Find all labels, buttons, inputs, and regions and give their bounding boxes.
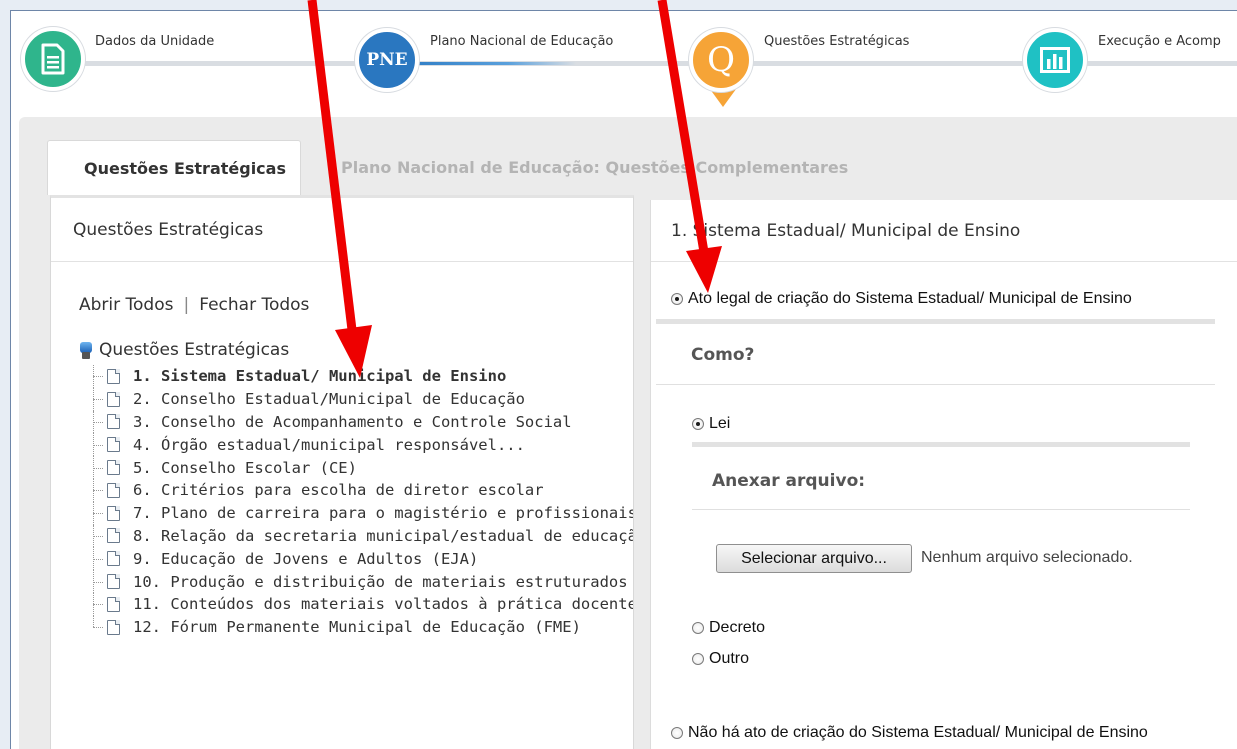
radio-ato-legal-label: Ato legal de criação do Sistema Estadual… <box>688 290 1132 307</box>
tree-item[interactable]: 8. Relação da secretaria municipal/estad… <box>91 524 633 548</box>
divider <box>692 509 1190 510</box>
page-icon <box>107 414 120 430</box>
radio-lei[interactable]: Lei <box>692 415 730 433</box>
step-label-dados[interactable]: Dados da Unidade <box>95 34 214 49</box>
tree-item-label: 2. Conselho Estadual/Municipal de Educaç… <box>133 390 525 409</box>
question-tree: 1. Sistema Estadual/ Municipal de Ensino… <box>91 365 633 639</box>
tree-item-label: 4. Órgão estadual/municipal responsável.… <box>133 435 525 454</box>
radio-outro[interactable]: Outro <box>692 650 749 668</box>
tree-item-label: 10. Produção e distribuição de materiais… <box>133 572 628 591</box>
radio-outro-input[interactable] <box>692 653 704 665</box>
page-icon <box>107 482 120 498</box>
radio-nao-ha-input[interactable] <box>671 727 683 739</box>
progress-track-active <box>406 62 576 65</box>
tree-item-label: 1. Sistema Estadual/ Municipal de Ensino <box>133 367 507 386</box>
tree-item[interactable]: 10. Produção e distribuição de materiais… <box>91 570 633 593</box>
tree-item-label: 3. Conselho de Acompanhamento e Controle… <box>133 412 572 431</box>
tree-item[interactable]: 7. Plano de carreira para o magistério e… <box>91 501 633 525</box>
page-icon <box>107 551 120 567</box>
tree-root[interactable]: Questões Estratégicas <box>79 340 289 360</box>
radio-lei-input[interactable] <box>692 418 704 430</box>
tree-item[interactable]: 1. Sistema Estadual/ Municipal de Ensino <box>91 365 633 388</box>
radio-outro-label: Outro <box>709 650 750 667</box>
bar-chart-icon <box>1040 47 1070 73</box>
tree-item[interactable]: 9. Educação de Jovens e Adultos (EJA) <box>91 547 633 570</box>
step-label-pne[interactable]: Plano Nacional de Educação <box>430 34 613 49</box>
radio-lei-label: Lei <box>709 415 731 432</box>
tab-questoes-estrategicas[interactable]: Questões Estratégicas <box>47 140 301 195</box>
divider <box>656 384 1215 385</box>
como-label: Como? <box>691 345 755 365</box>
tree-item-label: 11. Conteúdos dos materiais voltados à p… <box>133 595 633 614</box>
tree-item-label: 7. Plano de carreira para o magistério e… <box>133 504 633 523</box>
questions-tree-panel: Questões Estratégicas Abrir Todos | Fechar… <box>50 195 634 749</box>
divider <box>692 442 1190 447</box>
tree-item-label: 6. Critérios para escolha de diretor esc… <box>133 481 544 500</box>
document-icon <box>41 43 65 75</box>
tree-item[interactable]: 11. Conteúdos dos materiais voltados à p… <box>91 592 633 616</box>
tree-item[interactable]: 5. Conselho Escolar (CE) <box>91 456 633 479</box>
tree-item[interactable]: 4. Órgão estadual/municipal responsável.… <box>91 433 633 456</box>
page-icon <box>107 619 120 635</box>
step-label-execucao[interactable]: Execução e Acomp <box>1098 34 1221 49</box>
tree-item[interactable]: 2. Conselho Estadual/Municipal de Educaç… <box>91 387 633 411</box>
page-icon <box>107 437 120 453</box>
radio-nao-ha-label: Não há ato de criação do Sistema Estadua… <box>688 724 1148 741</box>
tree-controls: Abrir Todos | Fechar Todos <box>79 295 309 315</box>
tree-item-label: 9. Educação de Jovens e Adultos (EJA) <box>133 549 479 568</box>
link-separator: | <box>183 295 190 315</box>
radio-ato-legal[interactable]: Ato legal de criação do Sistema Estadual… <box>671 290 1132 308</box>
step-questoes[interactable]: Q <box>689 28 753 92</box>
radio-ato-legal-input[interactable] <box>671 293 683 305</box>
computer-icon <box>79 341 93 359</box>
radio-nao-ha[interactable]: Não há ato de criação do Sistema Estadua… <box>671 724 1148 742</box>
page-icon <box>107 505 120 521</box>
step-pne[interactable]: PNE <box>355 28 419 92</box>
app-frame: Dados da Unidade PNE Plano Nacional de E… <box>10 10 1237 749</box>
radio-decreto-label: Decreto <box>709 619 766 636</box>
step-execucao[interactable] <box>1023 28 1087 92</box>
step-label-questoes[interactable]: Questões Estratégicas <box>764 34 909 49</box>
page-icon <box>107 574 120 590</box>
page-icon <box>107 528 120 544</box>
main-content: Questões Estratégicas Plano Nacional de … <box>19 117 1237 749</box>
tree-item[interactable]: 6. Critérios para escolha de diretor esc… <box>91 478 633 502</box>
tree-item-label: 12. Fórum Permanente Municipal de Educaç… <box>133 618 581 637</box>
tree-item-label: 8. Relação da secretaria municipal/estad… <box>133 526 633 545</box>
file-status: Nenhum arquivo selecionado. <box>921 549 1133 566</box>
divider <box>656 319 1215 324</box>
tree-item[interactable]: 12. Fórum Permanente Municipal de Educaç… <box>91 615 633 639</box>
tree-item-label: 5. Conselho Escolar (CE) <box>133 458 357 477</box>
tree-root-label: Questões Estratégicas <box>99 340 290 360</box>
page-icon <box>107 391 120 407</box>
step-dados-unidade[interactable] <box>21 27 85 91</box>
page-icon <box>107 368 120 384</box>
tree-item[interactable]: 3. Conselho de Acompanhamento e Controle… <box>91 410 633 434</box>
open-all-link[interactable]: Abrir Todos <box>79 295 173 315</box>
close-all-link[interactable]: Fechar Todos <box>199 295 309 315</box>
radio-decreto[interactable]: Decreto <box>692 619 765 637</box>
right-panel-title: 1. Sistema Estadual/ Municipal de Ensino <box>651 200 1237 262</box>
page-icon <box>107 596 120 612</box>
page-icon <box>107 460 120 476</box>
tab-questoes-complementares[interactable]: Plano Nacional de Educação: Questões Com… <box>319 140 870 195</box>
left-panel-title: Questões Estratégicas <box>51 198 633 262</box>
anexar-arquivo-label: Anexar arquivo: <box>712 471 866 491</box>
radio-decreto-input[interactable] <box>692 622 704 634</box>
select-file-button[interactable]: Selecionar arquivo... <box>716 544 912 573</box>
